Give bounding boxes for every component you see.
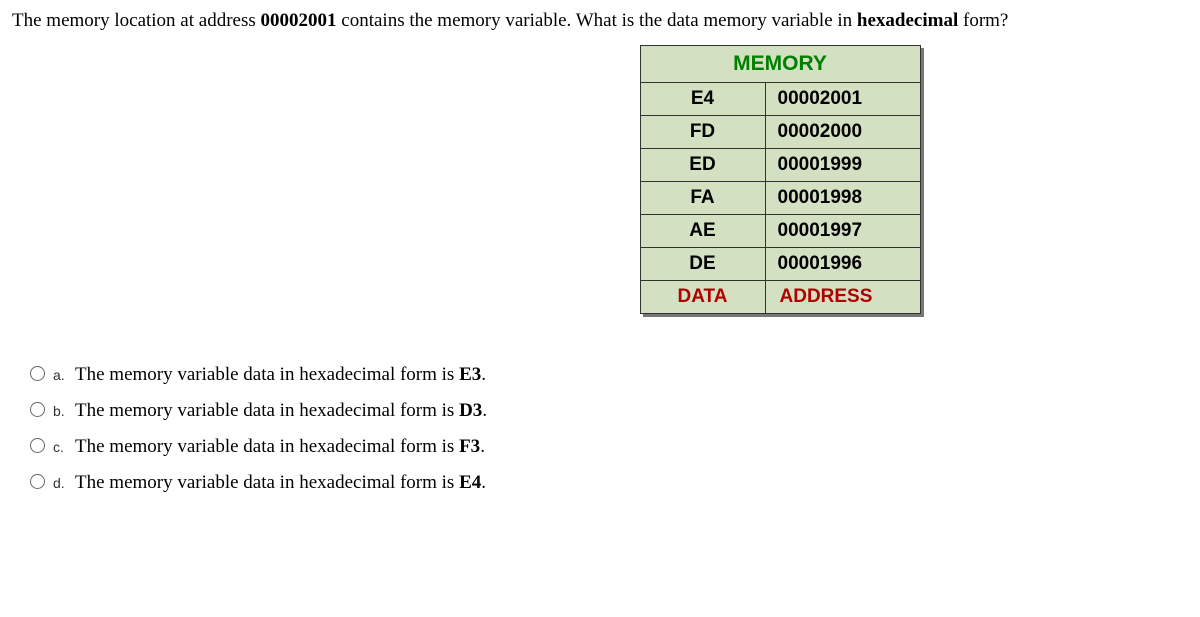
memory-addr-cell: 00002000 [765, 115, 920, 148]
option-text: The memory variable data in hexadecimal … [75, 400, 487, 422]
memory-addr-cell: 00001996 [765, 247, 920, 280]
option-letter: a. [53, 367, 69, 383]
radio-icon[interactable] [30, 402, 45, 417]
memory-data-cell: E4 [640, 82, 765, 115]
option-b[interactable]: b. The memory variable data in hexadecim… [30, 400, 1188, 422]
memory-data-cell: FD [640, 115, 765, 148]
memory-addr-cell: 00001997 [765, 214, 920, 247]
option-letter: b. [53, 403, 69, 419]
option-d[interactable]: d. The memory variable data in hexadecim… [30, 472, 1188, 494]
memory-table-container: MEMORY E4 00002001 FD 00002000 ED 000019… [12, 45, 1188, 314]
option-answer: E4 [459, 472, 481, 493]
answer-options: a. The memory variable data in hexadecim… [12, 364, 1188, 494]
memory-data-cell: DE [640, 247, 765, 280]
option-answer: F3 [459, 436, 480, 457]
option-text: The memory variable data in hexadecimal … [75, 364, 486, 386]
memory-footer-data: DATA [640, 280, 765, 313]
option-letter: c. [53, 439, 69, 455]
radio-icon[interactable] [30, 438, 45, 453]
option-text: The memory variable data in hexadecimal … [75, 472, 486, 494]
memory-table: MEMORY E4 00002001 FD 00002000 ED 000019… [640, 45, 921, 314]
table-footer-row: DATA ADDRESS [640, 280, 920, 313]
memory-data-cell: FA [640, 181, 765, 214]
question-text: The memory location at address 00002001 … [12, 8, 1188, 35]
option-answer: E3 [459, 364, 481, 385]
memory-data-cell: ED [640, 148, 765, 181]
memory-addr-cell: 00002001 [765, 82, 920, 115]
memory-data-cell: AE [640, 214, 765, 247]
memory-footer-addr: ADDRESS [765, 280, 920, 313]
memory-table-header: MEMORY [640, 45, 920, 82]
option-text: The memory variable data in hexadecimal … [75, 436, 485, 458]
table-row: DE 00001996 [640, 247, 920, 280]
question-hex: hexadecimal [857, 10, 958, 31]
table-row: FD 00002000 [640, 115, 920, 148]
question-address: 00002001 [261, 10, 337, 31]
radio-icon[interactable] [30, 474, 45, 489]
question-mid: contains the memory variable. What is th… [337, 10, 857, 31]
option-answer: D3 [459, 400, 482, 421]
table-row: ED 00001999 [640, 148, 920, 181]
memory-addr-cell: 00001999 [765, 148, 920, 181]
question-post: form? [958, 10, 1008, 31]
table-row: AE 00001997 [640, 214, 920, 247]
question-pre: The memory location at address [12, 10, 261, 31]
option-letter: d. [53, 475, 69, 491]
option-c[interactable]: c. The memory variable data in hexadecim… [30, 436, 1188, 458]
memory-addr-cell: 00001998 [765, 181, 920, 214]
radio-icon[interactable] [30, 366, 45, 381]
table-row: FA 00001998 [640, 181, 920, 214]
table-row: E4 00002001 [640, 82, 920, 115]
option-a[interactable]: a. The memory variable data in hexadecim… [30, 364, 1188, 386]
